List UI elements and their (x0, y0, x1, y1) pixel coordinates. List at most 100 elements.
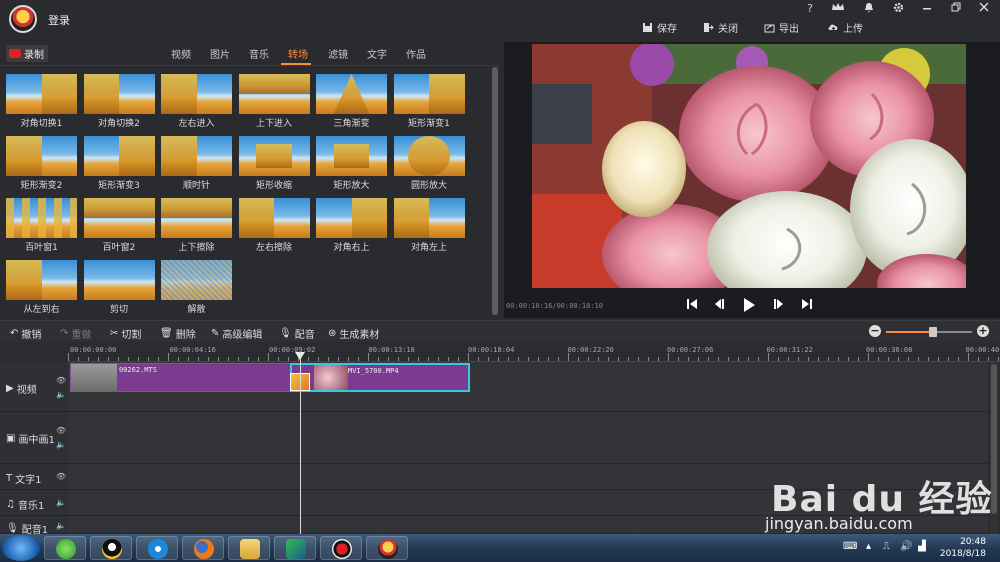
tab-music[interactable]: 音乐 (249, 46, 269, 61)
transition-thumb[interactable]: 百叶窗2 (83, 198, 155, 253)
app-logo[interactable] (9, 5, 37, 33)
track-text[interactable] (68, 464, 988, 490)
network-icon[interactable]: ▟ (918, 541, 926, 552)
advanced-edit-button[interactable]: ✎ 高级编辑 (211, 326, 262, 341)
login-link[interactable]: 登录 (48, 12, 70, 28)
ruler-tick (638, 357, 639, 361)
restore-icon[interactable] (947, 2, 965, 16)
settings-gear-icon[interactable] (889, 2, 907, 16)
vip-crown-icon[interactable] (829, 2, 847, 16)
tab-works[interactable]: 作品 (406, 46, 426, 61)
playhead[interactable] (300, 352, 301, 534)
help-icon[interactable]: ? (801, 2, 819, 16)
export-icon (764, 24, 775, 32)
speaker-icon[interactable]: 🔈 (56, 440, 66, 449)
transition-thumb[interactable]: 解散 (161, 260, 232, 315)
transition-thumb[interactable]: 对角切换1 (6, 74, 77, 129)
transition-thumb[interactable]: 左右进入 (161, 74, 232, 129)
taskbar-app-recorder[interactable] (320, 536, 362, 560)
cut-button[interactable]: ✂ 切割 (110, 326, 141, 341)
ruler-tick (188, 357, 189, 361)
track-dub[interactable] (68, 516, 988, 534)
ruler-tick (718, 357, 719, 361)
notification-bell-icon[interactable] (860, 2, 878, 16)
play-track-icon: ▶ (6, 383, 14, 394)
video-clip-1[interactable]: 00262.MTS (70, 363, 292, 392)
taskbar-app-explorer[interactable] (228, 536, 270, 560)
speaker-icon[interactable]: 🔈 (56, 390, 66, 399)
delete-button[interactable]: 🗑 删除 (160, 326, 196, 341)
transition-thumb[interactable]: 顺时针 (161, 136, 232, 191)
taskbar-app-firefox[interactable] (182, 536, 224, 560)
transition-thumb[interactable]: 三角渐变 (316, 74, 387, 129)
track-pip[interactable] (68, 412, 988, 464)
keyboard-icon[interactable]: ⌨ (843, 541, 857, 552)
skip-to-end-icon[interactable] (800, 298, 814, 312)
track-music[interactable] (68, 490, 988, 516)
transition-thumb[interactable]: 从左到右 (6, 260, 77, 315)
tab-images[interactable]: 图片 (210, 46, 230, 61)
timeline-scrollbar[interactable] (990, 362, 998, 534)
taskbar-app-qq[interactable] (90, 536, 132, 560)
transition-thumb[interactable]: 矩形渐变2 (6, 136, 77, 191)
zoom-in-icon[interactable]: + (977, 325, 989, 337)
taskbar-app-editor[interactable] (366, 536, 408, 560)
transition-thumb[interactable]: 对角右上 (316, 198, 387, 253)
transition-thumb[interactable]: 左右擦除 (238, 198, 310, 253)
export-button[interactable]: 导出 (764, 19, 799, 35)
skip-to-start-icon[interactable] (685, 298, 699, 312)
transition-thumb[interactable]: 矩形渐变3 (83, 136, 155, 191)
transition-preview-image (316, 198, 387, 238)
time-ruler[interactable]: 00:00:00:00 00:00:04:16 00:00:09:02 00:00:1… (68, 343, 1000, 362)
ruler-tick (198, 357, 199, 361)
save-button[interactable]: 保存 (642, 19, 677, 35)
close-window-icon[interactable] (975, 2, 993, 16)
taskbar-app-green[interactable] (274, 536, 316, 560)
eye-icon[interactable]: 👁 (56, 376, 66, 385)
ruler-tick (278, 357, 279, 361)
transition-thumb[interactable]: 矩形放大 (316, 136, 387, 191)
transition-thumb[interactable]: 圆形放大 (393, 136, 465, 191)
close-project-button[interactable]: 关闭 (703, 19, 738, 35)
pencil-icon: ✎ (211, 328, 220, 339)
ruler-tick-label: 00:00:09:02 (269, 346, 316, 354)
usb-icon[interactable]: ⎍ (883, 541, 890, 552)
transition-thumb[interactable]: 剪切 (83, 260, 155, 315)
zoom-out-icon[interactable]: − (869, 325, 881, 337)
taskbar-app-refresh[interactable] (44, 536, 86, 560)
play-icon[interactable] (742, 298, 756, 312)
eye-icon[interactable]: 👁 (56, 472, 66, 481)
undo-button[interactable]: ↶ 撤销 (10, 326, 41, 341)
tab-transitions[interactable]: 转场 (288, 46, 308, 61)
minimize-icon[interactable] (918, 2, 936, 16)
ruler-tick (518, 357, 519, 361)
transition-thumb[interactable]: 上下进入 (238, 74, 310, 129)
transition-thumb[interactable]: 对角切换2 (83, 74, 155, 129)
volume-icon[interactable]: 🔊 (900, 541, 912, 552)
tray-expand-icon[interactable]: ▴ (866, 541, 871, 552)
upload-button[interactable]: 上传 (828, 19, 863, 35)
transition-thumb[interactable]: 矩形渐变1 (393, 74, 465, 129)
previous-frame-icon[interactable] (713, 298, 727, 312)
start-button[interactable] (2, 535, 40, 561)
speaker-icon[interactable]: 🔈 (56, 498, 66, 507)
video-clip-2-selected[interactable]: MVI_5700.MP4 (290, 363, 470, 392)
taskbar-app-media[interactable] (136, 536, 178, 560)
tab-video[interactable]: 视频 (171, 46, 191, 61)
record-button[interactable]: 录制 (6, 45, 48, 62)
generate-material-button[interactable]: ⊛ 生成素材 (328, 326, 379, 341)
next-frame-icon[interactable] (771, 298, 785, 312)
transition-thumb[interactable]: 百叶窗1 (6, 198, 77, 253)
eye-icon[interactable]: 👁 (56, 426, 66, 435)
speaker-icon[interactable]: 🔈 (56, 521, 66, 530)
tab-text[interactable]: 文字 (367, 46, 387, 61)
transition-thumb[interactable]: 矩形收缩 (238, 136, 310, 191)
transition-thumb[interactable]: 上下擦除 (161, 198, 232, 253)
redo-button[interactable]: ↷ 重做 (60, 326, 91, 341)
taskbar-clock[interactable]: 20:48 2018/8/18 (938, 536, 986, 560)
transition-thumb[interactable]: 对角左上 (393, 198, 465, 253)
dub-button[interactable]: 🎙 配音 (279, 326, 315, 341)
transitions-scrollbar[interactable] (492, 67, 498, 315)
tab-filters[interactable]: 滤镜 (328, 46, 348, 61)
zoom-slider-handle[interactable] (929, 327, 937, 337)
